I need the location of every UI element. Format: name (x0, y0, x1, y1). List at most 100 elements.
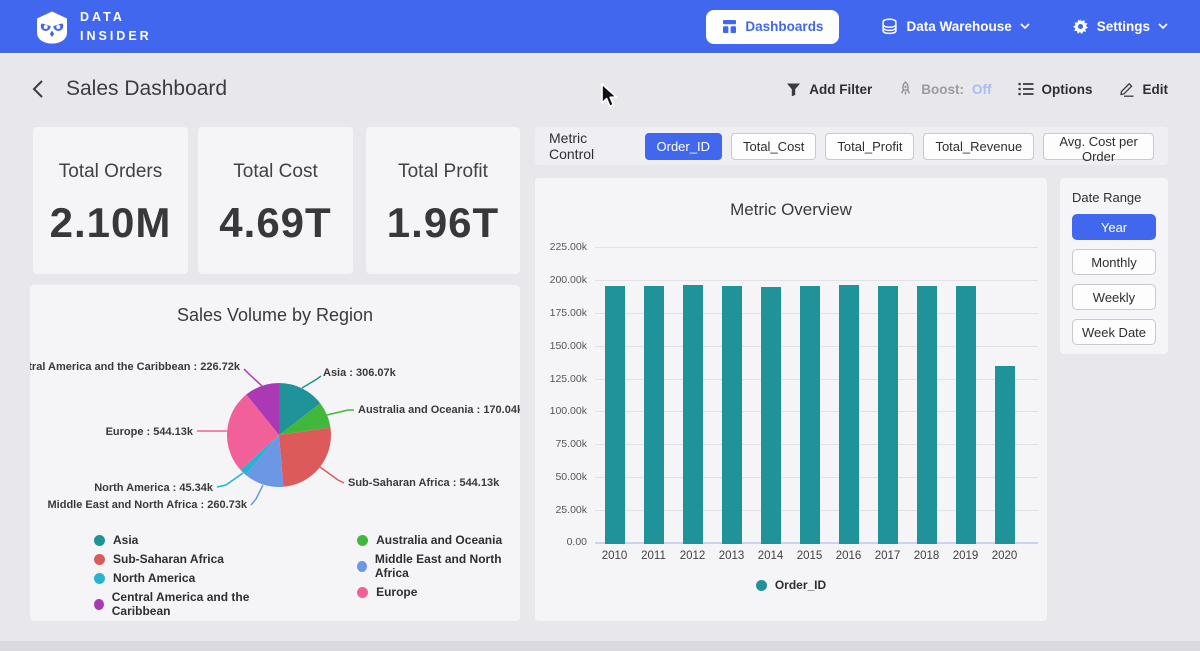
sales-volume-card: Sales Volume by Region Asia : 306.07kAus… (30, 285, 520, 621)
legend-dot (357, 587, 368, 598)
filter-funnel-icon (786, 82, 801, 97)
y-tick-label: 25.00k (555, 504, 587, 516)
y-tick-label: 100.00k (550, 405, 587, 417)
pie-slice-label: Central America and the Caribbean : 226.… (30, 361, 241, 373)
metric-chip-total-revenue[interactable]: Total_Revenue (923, 133, 1034, 160)
bar-2015 (800, 286, 820, 544)
bar-column (673, 248, 712, 544)
app-header: DATA INSIDER Dashboards Data Warehou (0, 0, 1200, 55)
bar-column (985, 248, 1024, 544)
legend-item-asia: Asia (94, 533, 289, 547)
pie-slice-sub-saharan-africa (279, 428, 331, 487)
database-icon (881, 18, 898, 35)
bar-column (946, 248, 985, 544)
owl-logo-icon (34, 9, 70, 45)
legend-label: Asia (113, 533, 138, 547)
legend-item-north-america: North America (94, 571, 289, 585)
pie-chart-legend: Asia Sub-Saharan Africa North America Centr… (94, 533, 520, 618)
gear-icon (1072, 18, 1089, 35)
bar-column (712, 248, 751, 544)
metric-control-label: Metric Control (549, 130, 632, 162)
x-tick-label: 2010 (595, 550, 634, 562)
bar-2012 (683, 285, 703, 544)
chevron-left-icon (32, 79, 44, 99)
bar-2017 (878, 286, 898, 544)
legend-item-middle-east-and-north-africa: Middle East and North Africa (357, 552, 520, 580)
date-range-label: Date Range (1072, 190, 1156, 205)
header-nav: Dashboards Data Warehouse Settings (706, 10, 1168, 44)
legend-item-central-america-and-the-caribbean: Central America and the Caribbean (94, 590, 289, 618)
legend-column: Asia Sub-Saharan Africa North America Centr… (94, 533, 289, 618)
pie-leader-line (302, 376, 321, 388)
y-tick-label: 225.00k (550, 241, 587, 253)
bar-2010 (605, 286, 625, 544)
kpi-value: 1.96T (366, 199, 520, 247)
bar-chart-title: Metric Overview (535, 178, 1047, 220)
date-range-monthly[interactable]: Monthly (1072, 249, 1156, 275)
date-range-year[interactable]: Year (1072, 214, 1156, 240)
metric-overview-card: Metric Overview 225.00k200.00k175.00k150… (535, 178, 1047, 621)
legend-dot (94, 554, 105, 565)
bar-column (790, 248, 829, 544)
pie-chart-title: Sales Volume by Region (30, 285, 520, 326)
bar-series (595, 248, 1024, 544)
bar-chart-legend: Order_ID (535, 578, 1047, 592)
pie-leader-line (327, 410, 354, 415)
y-tick-label: 125.00k (550, 373, 587, 385)
x-tick-label: 2015 (790, 550, 829, 562)
metric-control-bar: Metric Control Order_ID Total_Cost Total_P… (535, 127, 1168, 165)
sales-dashboard-page: DATA INSIDER Dashboards Data Warehou (0, 0, 1200, 651)
pencil-edit-icon (1119, 81, 1135, 97)
kpi-card-total-profit: Total Profit 1.96T (366, 127, 520, 274)
x-tick-label: 2016 (829, 550, 868, 562)
kpi-card-total-orders: Total Orders 2.10M (33, 127, 188, 274)
metric-chip-order-id[interactable]: Order_ID (645, 133, 722, 160)
legend-dot (94, 573, 105, 584)
toolbar-actions: Add Filter Boost: Off Options (786, 81, 1168, 97)
legend-item-sub-saharan-africa: Sub-Saharan Africa (94, 552, 289, 566)
page-title: Sales Dashboard (66, 77, 227, 101)
x-tick-label: 2013 (712, 550, 751, 562)
legend-dot (94, 599, 104, 610)
chevron-down-icon (1020, 23, 1030, 30)
pie-leader-line (217, 473, 243, 487)
x-tick-label: 2019 (946, 550, 985, 562)
dashboard-grid-icon (722, 19, 737, 34)
metric-chip-avg-cost-per-order[interactable]: Avg. Cost per Order (1043, 133, 1154, 160)
nav-settings-button[interactable]: Settings (1072, 18, 1168, 35)
metric-chip-total-profit[interactable]: Total_Profit (825, 133, 914, 160)
options-button[interactable]: Options (1018, 82, 1093, 97)
boost-toggle[interactable]: Boost: Off (898, 81, 991, 97)
legend-dot (94, 535, 105, 546)
bar-column (595, 248, 634, 544)
pie-slice-label: Sub-Saharan Africa : 544.13k (348, 477, 500, 489)
page-toolbar: Sales Dashboard Add Filter Boost: Off (0, 68, 1200, 110)
bar-2019 (956, 286, 976, 544)
date-range-week-date[interactable]: Week Date (1072, 319, 1156, 345)
edit-button[interactable]: Edit (1119, 81, 1169, 97)
bar-2016 (839, 285, 859, 544)
add-filter-button[interactable]: Add Filter (786, 82, 872, 97)
back-button[interactable] (32, 79, 44, 99)
y-tick-label: 50.00k (555, 471, 587, 483)
list-options-icon (1018, 82, 1034, 96)
kpi-value: 2.10M (33, 199, 188, 247)
nav-data-warehouse-button[interactable]: Data Warehouse (881, 18, 1029, 35)
pie-leader-line (244, 369, 262, 386)
nav-dashboards-button[interactable]: Dashboards (706, 10, 839, 44)
metric-chip-total-cost[interactable]: Total_Cost (731, 133, 816, 160)
bar-column (907, 248, 946, 544)
date-range-weekly[interactable]: Weekly (1072, 284, 1156, 310)
x-tick-label: 2012 (673, 550, 712, 562)
brand-logo: DATA INSIDER (34, 8, 152, 44)
kpi-value: 4.69T (198, 199, 353, 247)
boost-value: Off (972, 82, 992, 97)
bar-2014 (761, 287, 781, 544)
legend-item-australia-and-oceania: Australia and Oceania (357, 533, 520, 547)
x-tick-label: 2020 (985, 550, 1024, 562)
kpi-label: Total Cost (198, 161, 353, 183)
x-tick-label: 2017 (868, 550, 907, 562)
x-tick-label: 2014 (751, 550, 790, 562)
y-tick-label: 0.00 (567, 536, 587, 548)
bar-column (868, 248, 907, 544)
